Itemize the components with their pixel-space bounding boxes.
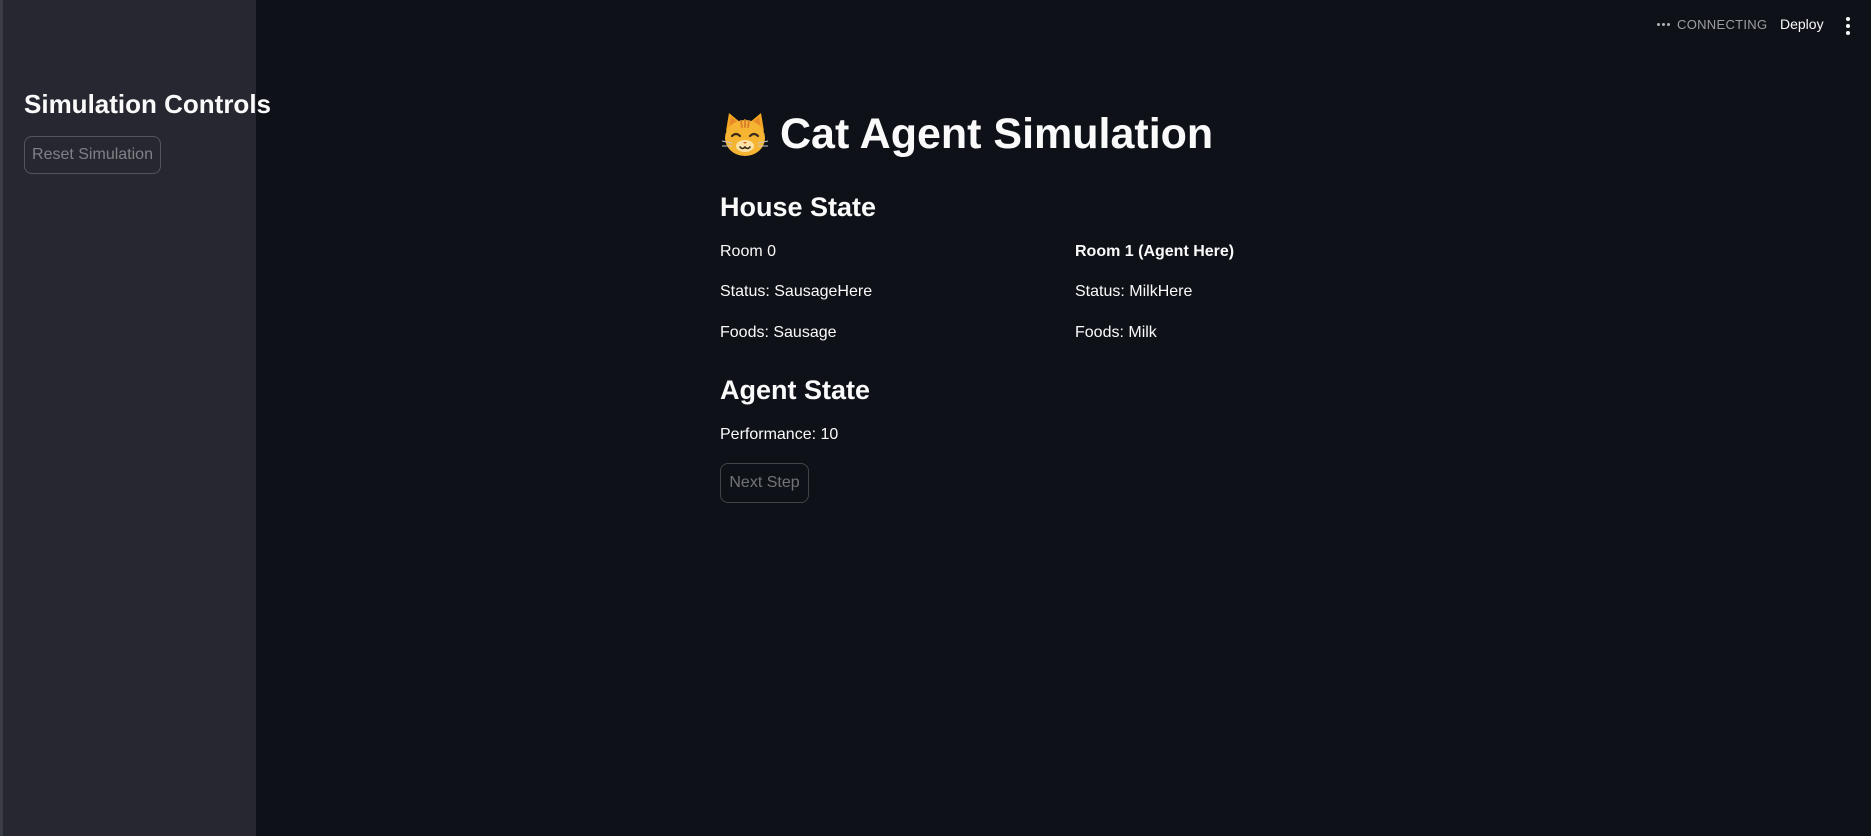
- cat-face-icon: [721, 113, 769, 156]
- room-1-foods: Foods: Milk: [1075, 324, 1157, 341]
- sidebar-title: Simulation Controls: [24, 89, 271, 119]
- connection-status-text: CONNECTING: [1677, 17, 1768, 32]
- house-state-heading: House State: [720, 192, 877, 222]
- page-title-text: Cat Agent Simulation: [780, 110, 1214, 158]
- deploy-button[interactable]: Deploy: [1780, 16, 1824, 32]
- agent-state-heading: Agent State: [720, 375, 871, 405]
- app-root: Simulation Controls Reset Simulation CON…: [0, 0, 1871, 836]
- connection-status: CONNECTING: [1657, 17, 1767, 32]
- sidebar: Simulation Controls Reset Simulation: [3, 0, 271, 836]
- room-1-status: Status: MilkHere: [1075, 283, 1193, 300]
- vertical-ellipsis-icon[interactable]: [1844, 17, 1852, 35]
- next-step-button[interactable]: Next Step: [720, 463, 809, 503]
- room-0-name: Room 0: [720, 243, 777, 260]
- room-0-foods: Foods: Sausage: [720, 324, 837, 341]
- page-title: Cat Agent Simulation: [720, 108, 1213, 160]
- room-0-status: Status: SausageHere: [720, 283, 873, 300]
- room-1-name: Room 1 (Agent Here): [1075, 243, 1235, 260]
- performance-value: Performance: 10: [720, 426, 839, 443]
- reset-simulation-button[interactable]: Reset Simulation: [24, 136, 161, 174]
- loading-dots-icon: [1657, 23, 1670, 26]
